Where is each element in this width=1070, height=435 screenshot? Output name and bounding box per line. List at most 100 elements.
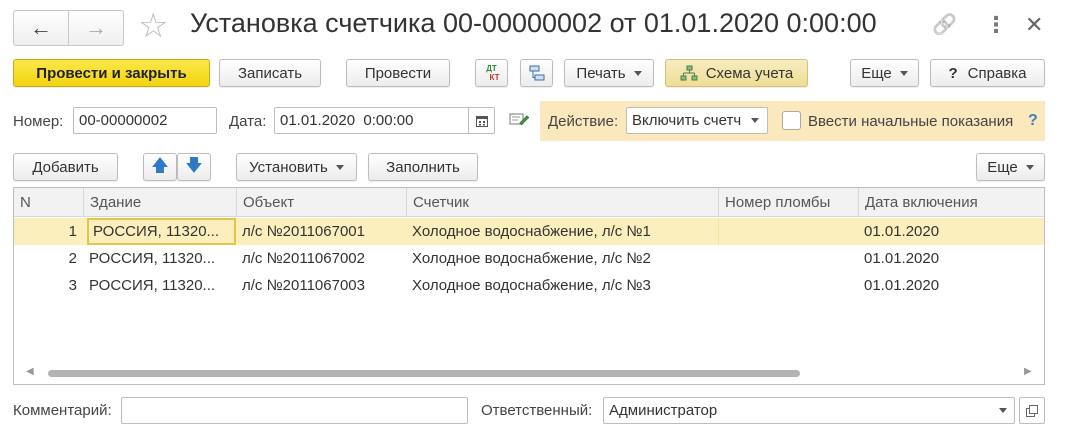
responsible-open-button[interactable] [1019,397,1045,424]
number-label: Номер: [13,113,64,130]
chevron-down-icon [899,70,908,76]
arrow-right-icon: → [85,15,107,40]
object-cell[interactable]: л/с №2011067003 [236,272,406,299]
edit-document-icon [509,113,530,126]
arrow-down-icon: 🡇 [185,155,203,175]
date-label: Дата: [229,113,267,130]
initial-readings-help-icon[interactable]: ? [1028,112,1038,130]
favorite-button[interactable]: ☆ [138,6,168,46]
page-title: Установка счетчика 00-00000002 от 01.01.… [190,8,877,38]
seal-number-cell[interactable] [718,272,858,299]
row-number: 2 [68,250,77,267]
add-row-label: Добавить [32,158,99,176]
forward-button[interactable]: → [68,11,123,45]
structure-icon [529,65,544,81]
more-button[interactable]: Еще [850,59,919,87]
meter-cell[interactable]: Холодное водоснабжение, л/с №3 [406,272,718,299]
table-header: N Здание Объект Счетчик Номер пломбы Дат… [14,188,1044,217]
dt-icon-text: ДТ [486,64,497,73]
column-header-n[interactable]: N [14,188,83,217]
responsible-dropdown-button[interactable] [991,398,1014,423]
responsible-value: Администратор [609,402,718,419]
action-dropdown-button[interactable] [742,108,767,133]
table-row[interactable]: 2 РОССИЯ, 11320... л/с №2011067002 Холод… [14,245,1044,272]
activation-date-cell[interactable]: 01.01.2020 [858,272,1044,299]
table-more-label: Еще [987,158,1018,176]
row-number: 1 [68,223,77,240]
chevron-down-icon [998,408,1007,413]
more-label: Еще [861,64,892,82]
scheme-icon [680,65,698,81]
open-form-icon [1026,404,1038,417]
initial-readings-checkbox[interactable] [782,111,801,130]
accounting-scheme-button[interactable]: Схема учета [665,59,808,87]
edit-number-button[interactable] [509,111,530,131]
structure-button[interactable] [520,59,553,87]
object-cell[interactable]: л/с №2011067001 [236,218,406,245]
chevron-down-icon [750,118,759,123]
scroll-right-icon[interactable]: ▶ [1024,366,1032,377]
install-label: Установить [249,158,328,176]
column-header-meter[interactable]: Счетчик [406,188,718,217]
object-cell[interactable]: л/с №2011067002 [236,245,406,272]
chevron-down-icon [633,70,642,76]
calendar-icon [475,115,488,127]
chevron-down-icon [1025,164,1034,170]
post-button[interactable]: Провести [346,59,450,87]
building-cell[interactable]: РОССИЯ, 11320... [83,245,236,272]
star-icon: ☆ [138,7,169,45]
meters-table[interactable]: N Здание Объект Счетчик Номер пломбы Дат… [13,187,1045,385]
add-row-button[interactable]: Добавить [13,153,118,181]
dtkt-button[interactable]: ДТ КТ [475,59,508,87]
meter-cell[interactable]: Холодное водоснабжение, л/с №1 [406,218,718,245]
table-more-button[interactable]: Еще [976,153,1045,181]
activation-date-cell[interactable]: 01.01.2020 [858,218,1044,245]
number-field[interactable]: 00-00000002 [73,107,217,134]
horizontal-scrollbar[interactable]: ◀ ▶ [14,366,1044,380]
dtkt-icon: ДТ КТ [484,64,499,82]
column-header-object[interactable]: Объект [236,188,406,217]
action-value: Включить счетч [632,112,742,129]
building-cell[interactable]: РОССИЯ, 11320... [87,218,236,245]
install-button[interactable]: Установить [236,153,357,181]
date-field[interactable]: 01.01.2020 0:00:00 [274,107,495,134]
move-up-button[interactable]: 🡅 [143,153,177,181]
close-icon: ✕ [1025,12,1044,37]
link-button[interactable]: 🔗 [932,12,957,37]
table-row[interactable]: 3 РОССИЯ, 11320... л/с №2011067003 Холод… [14,272,1044,299]
post-label: Провести [364,64,432,82]
chevron-down-icon [335,164,344,170]
table-row[interactable]: 1 РОССИЯ, 11320... л/с №2011067001 Холод… [14,218,1044,245]
arrow-left-icon: ← [30,15,52,40]
fill-button[interactable]: Заполнить [368,153,478,181]
print-label: Печать [576,64,626,82]
action-label: Действие: [548,113,619,130]
meter-cell[interactable]: Холодное водоснабжение, л/с №2 [406,245,718,272]
help-button[interactable]: ? Справка [930,59,1045,87]
post-and-close-button[interactable]: Провести и закрыть [13,59,210,87]
seal-number-cell[interactable] [718,245,858,272]
back-button[interactable]: ← [14,11,68,45]
comment-label: Комментарий: [13,402,112,419]
post-and-close-label: Провести и закрыть [36,64,187,82]
save-button[interactable]: Записать [219,59,321,87]
calendar-button[interactable] [468,108,494,133]
scroll-left-icon[interactable]: ◀ [26,366,34,377]
print-button[interactable]: Печать [564,59,654,87]
close-button[interactable]: ✕ [1025,12,1043,38]
more-menu-button[interactable]: ⋮ [985,12,1007,38]
seal-number-cell[interactable] [718,218,858,245]
building-cell[interactable]: РОССИЯ, 11320... [83,272,236,299]
column-header-seal-number[interactable]: Номер пломбы [718,188,858,217]
column-header-activation-date[interactable]: Дата включения [858,188,1044,217]
initial-readings-label: Ввести начальные показания [808,113,1014,130]
comment-field[interactable] [121,397,468,424]
save-label: Записать [237,64,303,82]
fill-label: Заполнить [386,158,460,176]
scrollbar-thumb[interactable] [48,370,800,377]
column-header-building[interactable]: Здание [83,188,236,217]
activation-date-cell[interactable]: 01.01.2020 [858,245,1044,272]
responsible-field[interactable]: Администратор [603,397,1015,424]
history-nav: ← → [13,10,124,46]
move-down-button[interactable]: 🡇 [177,153,211,181]
